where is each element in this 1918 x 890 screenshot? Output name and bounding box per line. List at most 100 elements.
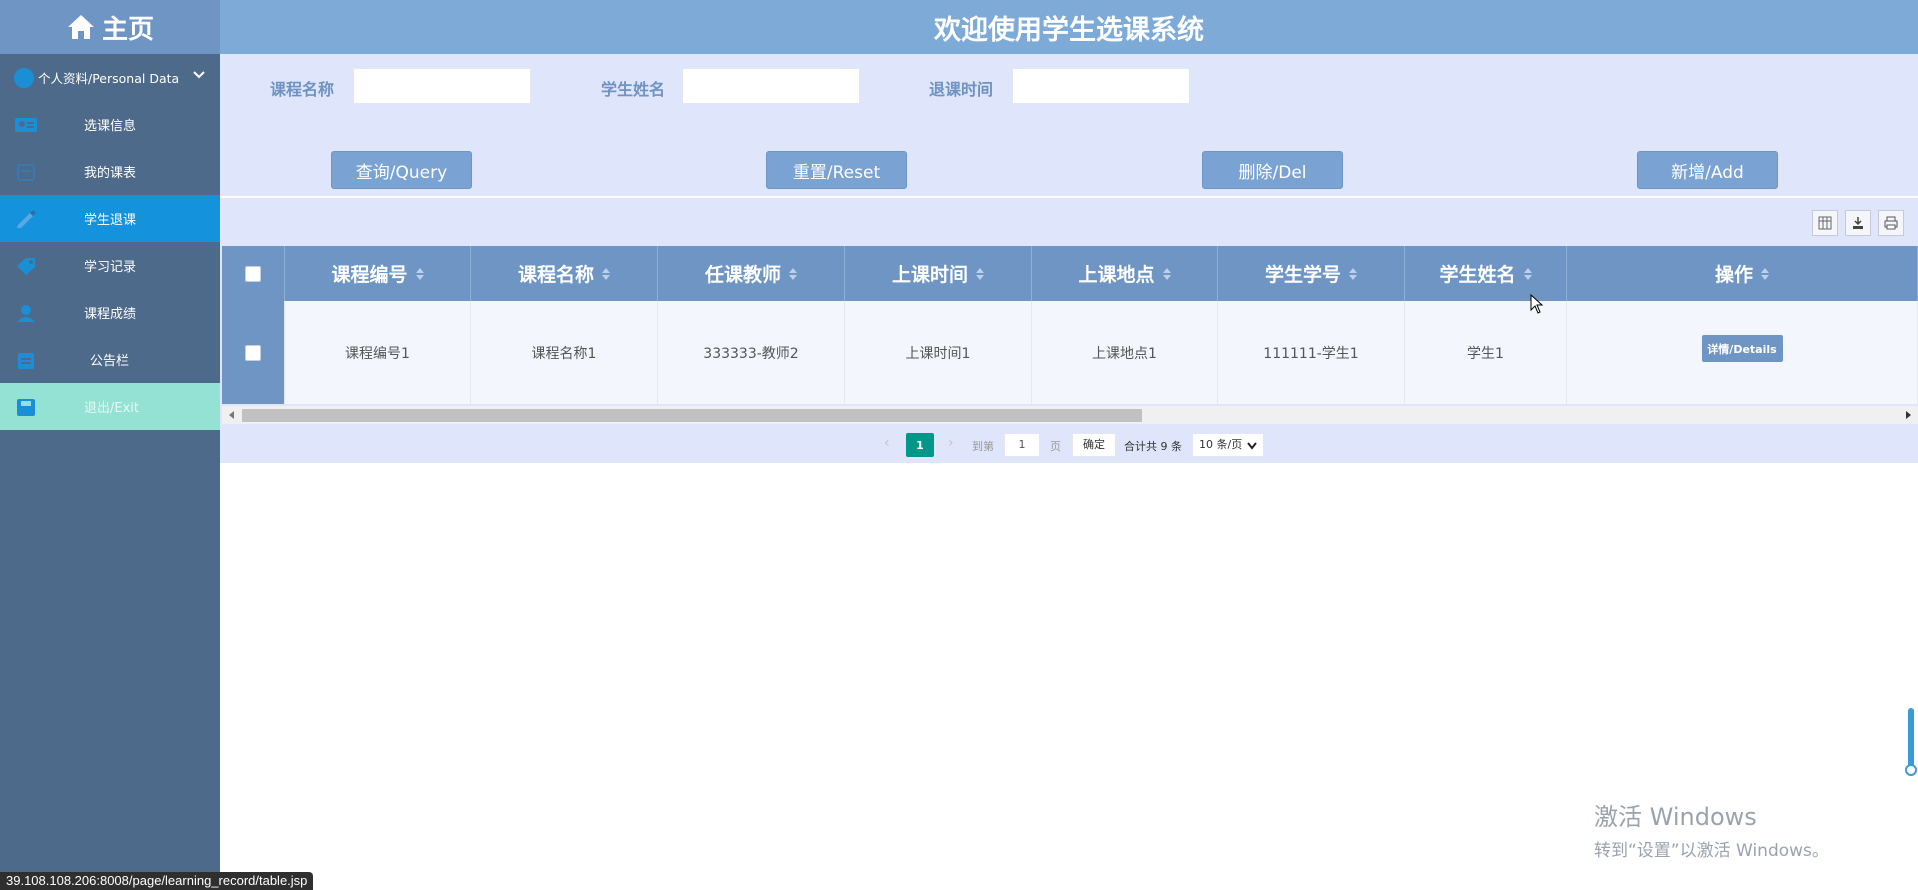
brand-home[interactable]: 主页 [0,0,220,54]
table-cell: 上课地点1 [1032,301,1218,404]
sidebar-item-bulletin[interactable]: 公告栏 [0,336,220,383]
sidebar-item-exit[interactable]: 退出/Exit [0,383,220,430]
column-label: 上课时间 [891,264,968,286]
sort-icon[interactable] [415,267,424,280]
scrollbar-thumb[interactable] [242,409,1142,422]
table-cell: 学生1 [1405,301,1567,404]
sidebar-item-drop-course[interactable]: 学生退课 [0,195,220,242]
course-name-label: 课程名称 [270,80,335,99]
id-card-icon [14,116,38,134]
column-header[interactable]: 上课时间 [845,246,1032,301]
table-row[interactable]: 课程编号1 课程名称1 333333-教师2 上课时间1 上课地点1 11111… [222,301,1918,404]
details-button[interactable]: 详情/Details [1701,335,1783,362]
column-label: 操作 [1714,264,1753,286]
column-label: 上课地点 [1078,264,1155,286]
query-button[interactable]: 查询/Query [331,151,472,189]
column-header[interactable]: 上课地点 [1032,246,1218,301]
action-cell: 详情/Details [1567,301,1918,404]
horizontal-scrollbar[interactable] [222,406,1918,424]
calendar-icon [14,163,38,181]
sidebar-item-label: 个人资料/Personal Data [38,71,180,86]
sidebar-item-label: 退出/Exit [84,401,139,416]
table-header: 课程编号 课程名称 任课教师 上课时间 上课地点 学生学号 学生姓名 操作 [222,246,1918,301]
export-icon[interactable] [1845,210,1871,236]
watermark-line2: 转到“设置”以激活 Windows。 [1594,841,1829,861]
sidebar-item-course-grades[interactable]: 课程成绩 [0,289,220,336]
sidebar-item-study-record[interactable]: 学习记录 [0,242,220,289]
sidebar-item-course-info[interactable]: 选课信息 [0,101,220,148]
scroll-slider-knob[interactable] [1905,764,1917,776]
table-panel: 课程编号 课程名称 任课教师 上课时间 上课地点 学生学号 学生姓名 操作 课程… [220,198,1918,463]
chevron-down-icon [1247,442,1257,450]
sort-icon[interactable] [1523,267,1532,280]
select-all-cell[interactable] [222,246,285,301]
clipboard-icon [14,351,38,369]
pagination: ‹ 1 › 到第 1 页 确定 合计共 9 条 10 条/页 [220,424,1918,463]
column-header[interactable]: 课程名称 [471,246,658,301]
goto-confirm-button[interactable]: 确定 [1072,433,1116,457]
add-button[interactable]: 新增/Add [1637,151,1778,189]
activation-watermark: 激活 Windows 转到“设置”以激活 Windows。 [1594,797,1829,861]
column-label: 任课教师 [704,264,781,286]
page-title: 欢迎使用学生选课系统 [934,14,1204,46]
current-page[interactable]: 1 [906,433,934,457]
avatar-icon [14,67,34,88]
sidebar-item-label: 学习记录 [84,260,137,275]
sidebar-item-profile[interactable]: 个人资料/Personal Data [0,54,220,101]
drop-time-input[interactable] [1012,68,1190,104]
course-name-input[interactable] [353,68,531,104]
page-header: 欢迎使用学生选课系统 [220,0,1918,54]
sidebar-item-label: 公告栏 [90,354,130,369]
student-name-input[interactable] [682,68,860,104]
sort-icon[interactable] [602,267,610,280]
sidebar-item-label: 学生退课 [84,213,137,228]
row-select-cell[interactable] [222,301,285,404]
row-checkbox[interactable] [245,344,261,361]
delete-button[interactable]: 删除/Del [1202,151,1343,189]
pencil-icon [14,209,38,228]
sort-icon[interactable] [1349,267,1357,280]
brand-label: 主页 [101,14,154,45]
mouse-cursor-icon [1530,294,1544,314]
next-page-icon[interactable]: › [948,435,954,451]
drop-time-label: 退课时间 [929,80,994,99]
student-name-label: 学生姓名 [601,80,666,99]
sort-icon[interactable] [789,267,797,280]
column-label: 学生姓名 [1439,264,1516,286]
column-header[interactable]: 学生姓名 [1405,246,1567,301]
page-size-value: 10 条/页 [1199,438,1243,451]
scroll-left-icon[interactable] [229,411,234,419]
sidebar: 主页 个人资料/Personal Data 选课信息 我的课表 学生退课 学习记… [0,0,220,890]
sidebar-item-label: 我的课表 [84,166,137,181]
sidebar-item-label: 选课信息 [84,119,137,134]
reset-button[interactable]: 重置/Reset [766,151,907,189]
column-header[interactable]: 任课教师 [658,246,845,301]
page-size-select[interactable]: 10 条/页 [1192,433,1264,457]
column-label: 课程名称 [517,264,594,286]
prev-page-icon[interactable]: ‹ [884,435,890,451]
sidebar-item-my-schedule[interactable]: 我的课表 [0,148,220,195]
user-grade-icon [14,304,38,322]
sort-icon[interactable] [976,267,984,280]
sidebar-item-label: 课程成绩 [84,307,137,322]
print-icon[interactable] [1878,210,1904,236]
scroll-right-icon[interactable] [1906,411,1911,419]
goto-page-input[interactable]: 1 [1004,433,1040,457]
total-count: 合计共 9 条 [1124,440,1182,453]
select-all-checkbox[interactable] [245,265,261,282]
goto-label: 到第 [972,440,994,453]
column-header[interactable]: 学生学号 [1218,246,1405,301]
save-exit-icon [14,398,38,416]
column-label: 学生学号 [1264,264,1341,286]
watermark-line1: 激活 Windows [1594,803,1757,831]
columns-icon[interactable] [1812,210,1838,236]
table-cell: 上课时间1 [845,301,1032,404]
sort-icon[interactable] [1761,267,1769,280]
column-header[interactable]: 操作 [1567,246,1918,301]
home-icon [66,13,96,41]
column-label: 课程编号 [331,264,408,286]
tag-icon [14,257,38,275]
column-header[interactable]: 课程编号 [285,246,471,301]
table-cell: 课程编号1 [285,301,471,404]
sort-icon[interactable] [1162,267,1171,280]
